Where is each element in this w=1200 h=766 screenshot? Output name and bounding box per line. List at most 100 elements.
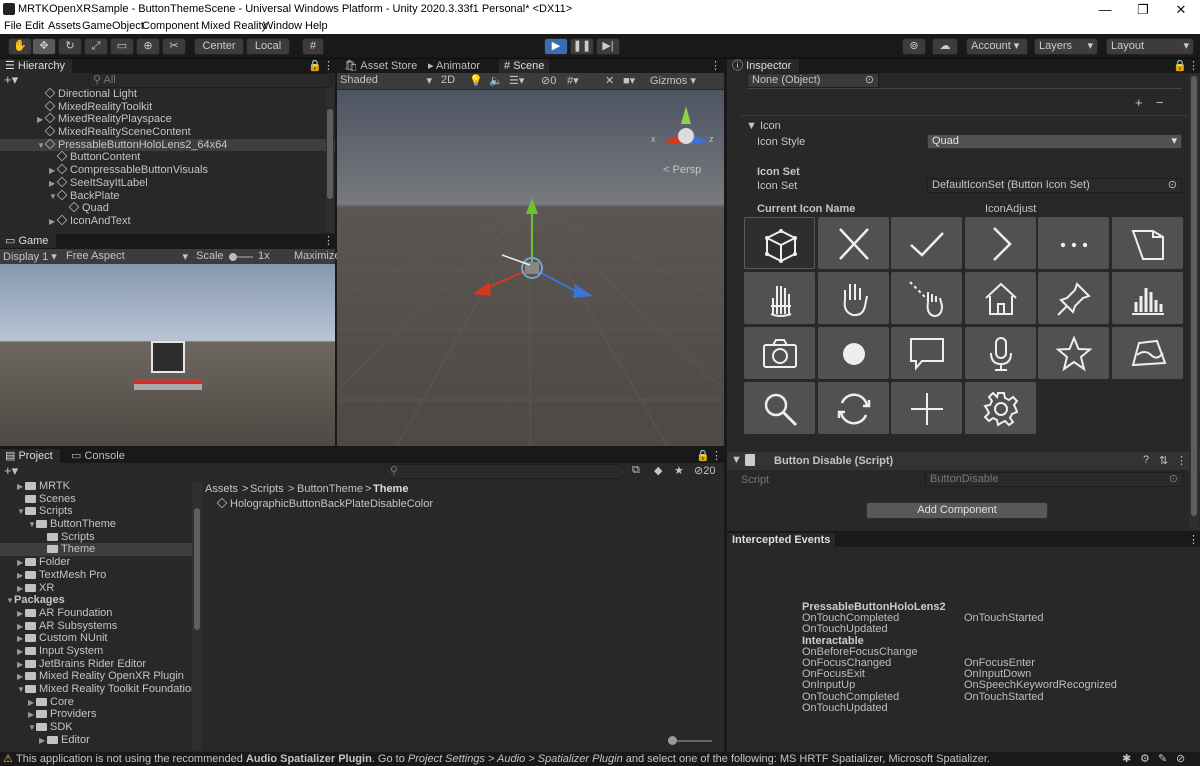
foldout-arrow-icon[interactable]: ▼	[6, 595, 14, 608]
project-tree-row[interactable]: Scripts	[0, 531, 192, 544]
move-tool-icon[interactable]: ✥	[32, 38, 56, 55]
hierarchy-row[interactable]: ▶ CompressableButtonVisuals	[0, 163, 335, 177]
menu-mixed-reality[interactable]: Mixed Reality	[201, 20, 267, 32]
kebab-menu-icon[interactable]: ⋮	[323, 59, 334, 72]
scene-view[interactable]: x z < Persp	[337, 90, 724, 446]
gizmos-dropdown[interactable]: Gizmos ▾	[650, 74, 696, 87]
foldout-arrow-icon[interactable]: ▼	[731, 454, 742, 466]
close-button[interactable]: ✕	[1162, 0, 1200, 19]
menu-window[interactable]: Window	[263, 20, 302, 32]
perspective-label[interactable]: < Persp	[663, 164, 701, 176]
project-tree-row[interactable]: ▶ Folder	[0, 556, 192, 569]
hierarchy-row[interactable]: ButtonContent	[0, 151, 335, 164]
filter-label-icon[interactable]: ◆	[654, 464, 662, 477]
tab-animator[interactable]: ▸ Animator	[423, 59, 485, 73]
hierarchy-row[interactable]: ▶ MixedRealityPlayspace	[0, 113, 335, 126]
icon-button[interactable]	[1038, 272, 1109, 324]
project-tree-scrollbar[interactable]	[192, 482, 202, 750]
project-search-input[interactable]: ⚲	[385, 464, 625, 479]
kebab-menu-icon[interactable]: ⋮	[1188, 533, 1199, 546]
scale-tool-icon[interactable]: ⤢	[84, 38, 108, 55]
scale-slider[interactable]	[229, 253, 253, 261]
menu-help[interactable]: Help	[305, 20, 328, 32]
lock-icon[interactable]: 🔒	[1173, 59, 1187, 72]
display-dropdown[interactable]: Display 1 ▾	[3, 250, 57, 263]
foldout-arrow-icon[interactable]: ▶	[17, 481, 25, 494]
hierarchy-scrollbar[interactable]	[326, 89, 334, 231]
tools-icon[interactable]: ✕	[605, 74, 614, 87]
icon-button[interactable]	[891, 217, 962, 269]
pause-button[interactable]: ❚❚	[570, 38, 594, 55]
foldout-arrow-icon[interactable]: ▼	[28, 519, 36, 532]
project-tree-row[interactable]: ▶ TextMesh Pro	[0, 569, 192, 582]
icon-button[interactable]	[1038, 327, 1109, 379]
icon-style-dropdown[interactable]: Quad ▾	[927, 134, 1182, 149]
rotate-tool-icon[interactable]: ↻	[58, 38, 82, 55]
foldout-arrow-icon[interactable]: ▶	[49, 216, 57, 229]
collab-icon[interactable]: ⊚	[902, 38, 926, 55]
project-tree-row[interactable]: ▼ Scripts	[0, 505, 192, 518]
custom-tool-icon[interactable]: ✂	[162, 38, 186, 55]
kebab-menu-icon[interactable]: ⋮	[710, 59, 721, 72]
project-tree-row[interactable]: ▼ ButtonTheme	[0, 518, 192, 531]
breadcrumb-assets[interactable]: Assets	[205, 483, 238, 495]
hierarchy-row[interactable]: Directional Light	[0, 87, 335, 101]
project-tree-row[interactable]: ▶ MRTK	[0, 480, 192, 493]
icon-button[interactable]	[744, 217, 815, 269]
pivot-center-button[interactable]: Center	[194, 38, 244, 55]
icon-button[interactable]	[817, 327, 889, 379]
icon-button[interactable]	[744, 327, 815, 379]
icon-button[interactable]	[891, 382, 962, 434]
aspect-dropdown[interactable]: Free Aspect ▾	[66, 250, 188, 263]
filter-type-icon[interactable]: ⧉	[632, 464, 640, 477]
tab-scene[interactable]: # Scene	[499, 59, 550, 73]
help-icon[interactable]: ?	[1143, 454, 1149, 466]
kebab-menu-icon[interactable]: ⋮	[711, 449, 722, 462]
transform-tool-icon[interactable]: ⊕	[136, 38, 160, 55]
icon-section-foldout[interactable]: ▼ Icon	[746, 120, 781, 132]
project-tree-row[interactable]: ▶ Custom NUnit	[0, 632, 192, 645]
icon-button[interactable]	[964, 327, 1036, 379]
tab-hierarchy[interactable]: ☰ Hierarchy	[0, 59, 72, 73]
menu-component[interactable]: Component	[142, 20, 199, 32]
breadcrumb-scripts[interactable]: Scripts	[250, 483, 284, 495]
rect-tool-icon[interactable]: ▭	[110, 38, 134, 55]
auto-generate-lighting-icon[interactable]: ✎	[1158, 752, 1167, 766]
breadcrumb-buttontheme[interactable]: ButtonTheme	[297, 483, 363, 495]
tab-intercepted-events[interactable]: Intercepted Events	[727, 533, 836, 547]
hand-tool-icon[interactable]: ✋	[8, 38, 32, 55]
hierarchy-row[interactable]: ▼ PressableButtonHoloLens2_64x64	[0, 138, 335, 152]
kebab-menu-icon[interactable]: ⋮	[323, 234, 334, 247]
project-tree-row[interactable]: ▶ Mixed Reality OpenXR Plugin	[0, 670, 192, 683]
component-menu-icon[interactable]: ⋮	[1176, 454, 1187, 467]
debug-icon[interactable]: ✱	[1122, 752, 1131, 766]
hierarchy-row[interactable]: ▶ IconAndText	[0, 214, 335, 229]
progress-icon[interactable]: ⚙	[1140, 752, 1150, 766]
breadcrumb-theme[interactable]: Theme	[373, 483, 408, 495]
step-button[interactable]: ▶|	[596, 38, 620, 55]
mode-2d-toggle[interactable]: 2D	[441, 74, 455, 86]
project-tree-row[interactable]: ▶ JetBrains Rider Editor	[0, 658, 192, 671]
hierarchy-row[interactable]: Quad	[0, 201, 335, 215]
account-dropdown[interactable]: Account ▾	[966, 38, 1028, 55]
project-tree-row[interactable]: ▶ Editor	[0, 734, 192, 747]
kebab-menu-icon[interactable]: ⋮	[1188, 59, 1199, 72]
inspector-scrollbar[interactable]	[1189, 74, 1199, 529]
icon-button[interactable]	[964, 217, 1036, 269]
presets-icon[interactable]: ⇅	[1159, 454, 1168, 467]
hierarchy-row[interactable]: MixedRealitySceneContent	[0, 125, 335, 139]
hidden-objects-icon[interactable]: ⊘0	[541, 74, 556, 87]
cloud-icon[interactable]: ☁	[932, 38, 958, 55]
project-tree-row[interactable]: ▶ AR Foundation	[0, 607, 192, 620]
hierarchy-row[interactable]: MixedRealityToolkit	[0, 100, 335, 114]
project-tree-row[interactable]: ▶ AR Subsystems	[0, 620, 192, 633]
menu-gameobject[interactable]: GameObject	[82, 20, 144, 32]
tab-inspector[interactable]: ⓘ Inspector	[727, 59, 799, 73]
game-view[interactable]	[0, 264, 335, 446]
project-tree-row[interactable]: ▶ Providers	[0, 708, 192, 721]
hierarchy-row[interactable]: ▶ SeeItSayItLabel	[0, 176, 335, 190]
icon-button[interactable]	[1038, 217, 1109, 269]
add-list-item-button[interactable]: +	[1135, 95, 1143, 110]
project-tree-row[interactable]: ▼Packages	[0, 594, 192, 607]
foldout-arrow-icon[interactable]: ▼	[28, 722, 36, 735]
